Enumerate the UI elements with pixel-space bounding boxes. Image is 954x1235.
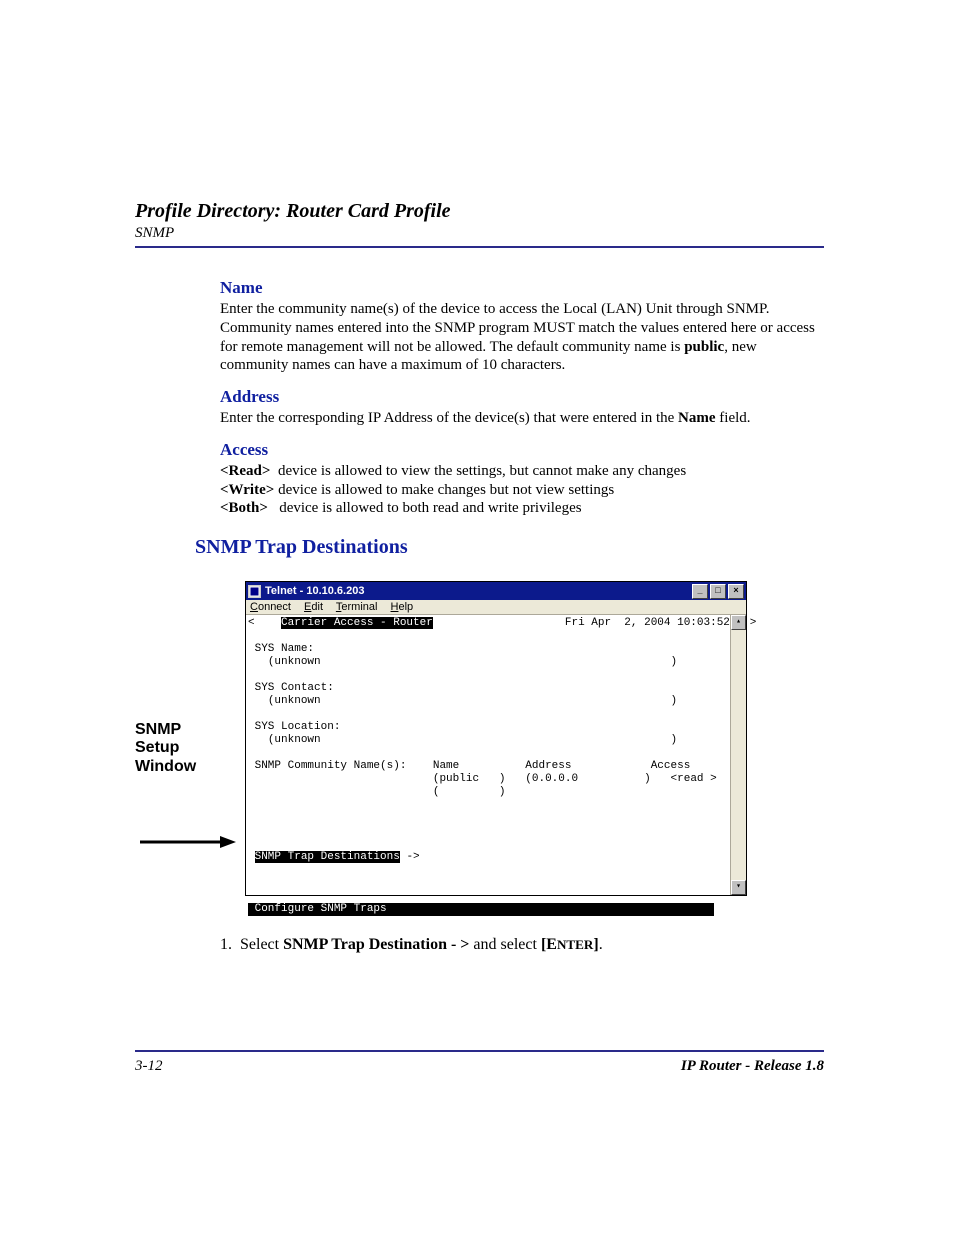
step-enter-open: [E <box>541 936 557 953</box>
page-footer: 3-12 IP Router - Release 1.8 <box>135 1050 824 1075</box>
step-pre: Select <box>240 936 283 953</box>
access-read-tag: <Read> <box>220 463 270 479</box>
step-post: . <box>599 936 603 953</box>
access-both-desc: device is allowed to both read and write… <box>268 500 582 516</box>
section-address-heading: Address <box>220 387 824 407</box>
row1-name: (public ) <box>433 773 506 785</box>
header-rule <box>135 246 824 248</box>
scroll-up-button[interactable]: ▴ <box>731 615 746 630</box>
section-access-rows: <Read> device is allowed to view the set… <box>220 462 824 518</box>
sys-contact-label: SYS Contact: <box>255 682 334 694</box>
step-enter-sc: NTER <box>557 937 593 952</box>
row2-name: ( ) <box>433 786 506 798</box>
status-bar: Configure SNMP Traps <box>248 903 714 916</box>
step-mid: and select <box>473 936 541 953</box>
row1-access: <read > <box>671 773 717 785</box>
term-timestamp: Fri Apr 2, 2004 10:03:52 <box>565 617 730 629</box>
menu-edit[interactable]: Edit <box>304 601 323 613</box>
status-bar-text: Configure SNMP Traps <box>255 903 387 915</box>
menu-terminal[interactable]: Terminal <box>336 601 378 613</box>
access-read-desc: device is allowed to view the settings, … <box>270 463 686 479</box>
step-1: 1. Select SNMP Trap Destination - > and … <box>220 936 824 954</box>
sys-name-value: (unknown <box>268 656 321 668</box>
terminal-content: < Carrier Access - Router Fri Apr 2, 200… <box>248 617 730 893</box>
scroll-down-button[interactable]: ▾ <box>731 880 746 895</box>
row1-addr: (0.0.0.0 ) <box>525 773 650 785</box>
scrollbar[interactable]: ▴ ▾ <box>730 615 746 895</box>
minimize-button[interactable]: _ <box>692 584 708 599</box>
pointer-arrow-icon <box>140 835 236 849</box>
trap-dest-line[interactable]: SNMP Trap Destinations <box>255 851 400 863</box>
footer-release: IP Router - Release 1.8 <box>681 1058 824 1075</box>
section-access-heading: Access <box>220 440 824 460</box>
menubar: Connect Edit Terminal Help <box>246 600 746 615</box>
access-write-tag: <Write> <box>220 482 274 498</box>
section-address-post: field. <box>716 410 751 426</box>
screenshot-side-label: SNMP Setup Window <box>135 721 225 776</box>
sys-location-label: SYS Location: <box>255 721 341 733</box>
trap-dest-arrow: -> <box>400 851 420 863</box>
page-header-subtitle: SNMP <box>135 225 824 242</box>
sys-name-close: ) <box>670 656 677 668</box>
access-write-desc: device is allowed to make changes but no… <box>274 482 614 498</box>
term-banner: Carrier Access - Router <box>281 617 433 629</box>
sys-location-value: (unknown <box>268 734 321 746</box>
col-name: Name <box>433 760 459 772</box>
term-lt: < <box>248 617 255 629</box>
community-label: SNMP Community Name(s): <box>255 760 407 772</box>
col-address: Address <box>525 760 571 772</box>
window-titlebar[interactable]: Telnet - 10.10.6.203 _ □ × <box>246 582 746 600</box>
footer-rule <box>135 1050 824 1052</box>
menu-connect[interactable]: Connect <box>250 601 291 613</box>
sys-contact-close: ) <box>670 695 677 707</box>
section-address-text: Enter the corresponding IP Address of th… <box>220 409 824 428</box>
section-name-bold: public <box>684 339 724 355</box>
sys-name-label: SYS Name: <box>255 643 314 655</box>
section-name-heading: Name <box>220 278 824 298</box>
step-bold-1: SNMP Trap Destination - > <box>283 936 473 953</box>
menu-help[interactable]: Help <box>391 601 414 613</box>
sys-location-close: ) <box>670 734 677 746</box>
snmp-trap-heading: SNMP Trap Destinations <box>195 536 824 559</box>
app-icon <box>248 585 261 598</box>
term-gt: > <box>750 617 757 629</box>
section-name-text: Enter the community name(s) of the devic… <box>220 300 824 375</box>
maximize-button[interactable]: □ <box>710 584 726 599</box>
terminal-area[interactable]: < Carrier Access - Router Fri Apr 2, 200… <box>246 615 746 895</box>
close-button[interactable]: × <box>728 584 744 599</box>
section-address-bold: Name <box>678 410 716 426</box>
sys-contact-value: (unknown <box>268 695 321 707</box>
screenshot-block: SNMP Setup Window Telnet - 10.10.6.203 _… <box>245 581 824 896</box>
access-both-tag: <Both> <box>220 500 268 516</box>
footer-page-number: 3-12 <box>135 1058 163 1075</box>
telnet-window: Telnet - 10.10.6.203 _ □ × Connect Edit … <box>245 581 747 896</box>
section-address-pre: Enter the corresponding IP Address of th… <box>220 410 678 426</box>
step-number: 1. <box>220 936 232 953</box>
col-access: Access <box>651 760 691 772</box>
page-header-title: Profile Directory: Router Card Profile <box>135 200 824 223</box>
window-title: Telnet - 10.10.6.203 <box>265 585 364 597</box>
